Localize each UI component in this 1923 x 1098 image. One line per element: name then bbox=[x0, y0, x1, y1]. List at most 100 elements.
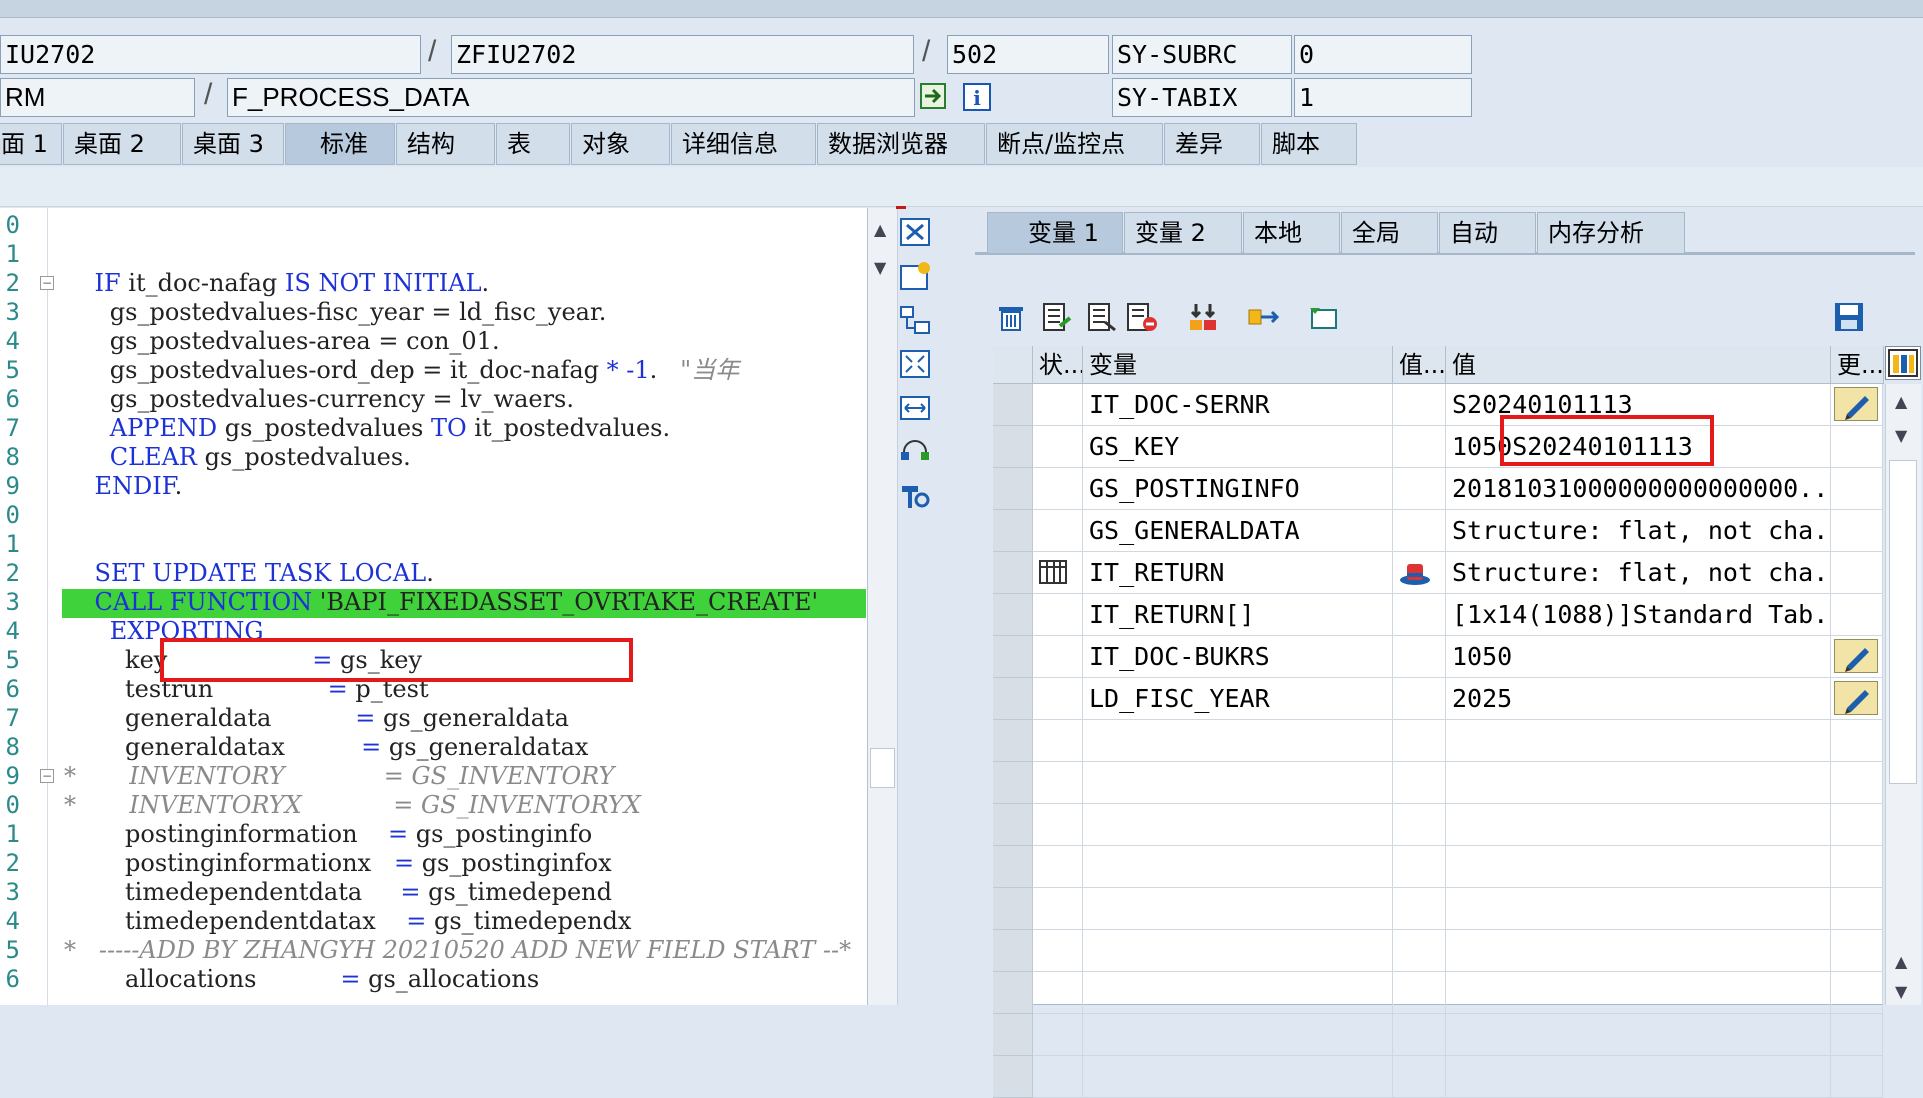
row-selector[interactable] bbox=[993, 594, 1033, 636]
variable-cell[interactable]: LD_FISC_YEAR bbox=[1083, 678, 1393, 720]
table-row[interactable] bbox=[993, 1014, 1883, 1056]
scroll-up-icon[interactable]: ▲ bbox=[874, 220, 886, 239]
table-row[interactable]: GS_POSTINGINFO 20181031000000000000000... bbox=[993, 468, 1883, 510]
row-selector[interactable] bbox=[993, 1056, 1033, 1098]
layout-icon[interactable] bbox=[898, 304, 934, 338]
expand-width-icon[interactable] bbox=[898, 392, 934, 426]
tab-standard[interactable]: 标准 bbox=[285, 123, 395, 165]
table-row[interactable] bbox=[993, 762, 1883, 804]
tab-details[interactable]: 详细信息 bbox=[671, 123, 816, 165]
tab-local[interactable]: 本地 bbox=[1243, 212, 1340, 254]
value-cell[interactable] bbox=[1446, 930, 1831, 972]
maximize-icon[interactable] bbox=[898, 348, 934, 382]
variable-cell[interactable]: GS_GENERALDATA bbox=[1083, 510, 1393, 552]
value-cell[interactable] bbox=[1446, 1056, 1831, 1098]
transfer-icon[interactable] bbox=[1245, 300, 1281, 334]
row-selector[interactable] bbox=[993, 930, 1033, 972]
value-cell[interactable]: 1050 bbox=[1446, 636, 1831, 678]
new-window-icon[interactable] bbox=[898, 260, 934, 294]
table-row[interactable]: LD_FISC_YEAR 2025 bbox=[993, 678, 1883, 720]
sysvar-name-field[interactable]: SY-SUBRC bbox=[1112, 35, 1292, 74]
row-selector[interactable] bbox=[993, 678, 1033, 720]
tab-structure[interactable]: 结构 bbox=[396, 123, 495, 165]
info-icon[interactable]: i bbox=[962, 82, 992, 112]
column-header-status[interactable]: 状... bbox=[1033, 346, 1083, 384]
detail-view-icon[interactable] bbox=[1083, 300, 1119, 334]
include-field[interactable]: ZFIU2702 bbox=[451, 35, 914, 74]
edit-pencil-icon[interactable] bbox=[1834, 639, 1878, 673]
code-scrollbar[interactable]: ▲ ▼ bbox=[868, 208, 898, 1005]
variable-cell[interactable] bbox=[1083, 888, 1393, 930]
scroll-thumb[interactable] bbox=[870, 748, 895, 788]
grid-scrollbar[interactable]: ▲ ▼ ▲ ▼ bbox=[1885, 384, 1921, 1005]
row-selector[interactable] bbox=[993, 804, 1033, 846]
scroll-down-icon[interactable]: ▼ bbox=[1895, 426, 1907, 445]
table-row[interactable]: GS_GENERALDATA Structure: flat, not cha..… bbox=[993, 510, 1883, 552]
variable-cell[interactable] bbox=[1083, 720, 1393, 762]
value-cell[interactable] bbox=[1446, 1014, 1831, 1056]
tab-data-browser[interactable]: 数据浏览器 bbox=[817, 123, 985, 165]
sysvar-value-field[interactable]: 1 bbox=[1294, 78, 1472, 117]
table-row[interactable] bbox=[993, 930, 1883, 972]
table-row[interactable]: IT_DOC-SERNR S20240101113 bbox=[993, 384, 1883, 426]
tab-diff[interactable]: 差异 bbox=[1164, 123, 1260, 165]
tab-auto[interactable]: 自动 bbox=[1439, 212, 1536, 254]
variable-cell[interactable] bbox=[1083, 972, 1393, 1014]
sysvar-value-field[interactable]: 0 bbox=[1294, 35, 1472, 74]
value-cell[interactable] bbox=[1446, 846, 1831, 888]
tab-object[interactable]: 对象 bbox=[571, 123, 670, 165]
scroll-up-icon[interactable]: ▲ bbox=[1895, 952, 1907, 971]
table-row[interactable] bbox=[993, 972, 1883, 1014]
table-row[interactable] bbox=[993, 720, 1883, 762]
value-cell[interactable] bbox=[1446, 720, 1831, 762]
column-header-value-short[interactable]: 值... bbox=[1393, 346, 1446, 384]
value-cell[interactable]: 2025 bbox=[1446, 678, 1831, 720]
delete-icon[interactable] bbox=[993, 300, 1029, 334]
fold-toggle-icon[interactable]: − bbox=[40, 276, 54, 290]
scroll-thumb[interactable] bbox=[1889, 460, 1917, 784]
tab-global[interactable]: 全局 bbox=[1341, 212, 1438, 254]
edit-pencil-icon[interactable] bbox=[1834, 387, 1878, 421]
value-cell[interactable]: Structure: flat, not cha... bbox=[1446, 510, 1831, 552]
column-header-variable[interactable]: 变量 bbox=[1083, 346, 1393, 384]
value-cell[interactable] bbox=[1446, 972, 1831, 1014]
row-selector[interactable] bbox=[993, 762, 1033, 804]
row-selector[interactable] bbox=[993, 972, 1033, 1014]
column-header-value[interactable]: 值 bbox=[1446, 346, 1831, 384]
scroll-down-icon[interactable]: ▼ bbox=[1895, 982, 1907, 1001]
variable-cell[interactable]: IT_RETURN[] bbox=[1083, 594, 1393, 636]
tab-variables-2[interactable]: 变量 2 bbox=[1124, 212, 1242, 254]
edit-pencil-icon[interactable] bbox=[1834, 681, 1878, 715]
line-field[interactable]: 502 bbox=[947, 35, 1109, 74]
column-header-change[interactable]: 更... bbox=[1831, 346, 1884, 384]
value-cell[interactable] bbox=[1446, 762, 1831, 804]
variable-cell[interactable]: IT_DOC-BUKRS bbox=[1083, 636, 1393, 678]
variable-cell[interactable]: GS_POSTINGINFO bbox=[1083, 468, 1393, 510]
table-row[interactable] bbox=[993, 846, 1883, 888]
row-selector[interactable] bbox=[993, 384, 1033, 426]
value-cell[interactable] bbox=[1446, 888, 1831, 930]
scroll-up-icon[interactable]: ▲ bbox=[1895, 392, 1907, 411]
tab-variables-1[interactable]: 变量 1 bbox=[987, 212, 1123, 254]
layout-select-icon[interactable] bbox=[1306, 300, 1342, 334]
table-row[interactable] bbox=[993, 888, 1883, 930]
tab-breakpoints[interactable]: 断点/监控点 bbox=[986, 123, 1163, 165]
row-selector[interactable] bbox=[993, 888, 1033, 930]
value-cell[interactable] bbox=[1446, 804, 1831, 846]
row-selector[interactable] bbox=[993, 636, 1033, 678]
swap-icon[interactable] bbox=[898, 436, 934, 470]
save-icon[interactable] bbox=[1832, 300, 1866, 334]
scroll-down-icon[interactable]: ▼ bbox=[874, 258, 886, 277]
sysvar-name-field[interactable]: SY-TABIX bbox=[1112, 78, 1292, 117]
value-cell[interactable]: Structure: flat, not cha... bbox=[1446, 552, 1831, 594]
table-row[interactable] bbox=[993, 804, 1883, 846]
program-field[interactable]: IU2702 bbox=[0, 35, 421, 74]
delete-all-icon[interactable] bbox=[1124, 300, 1160, 334]
variable-cell[interactable]: IT_RETURN bbox=[1083, 552, 1393, 594]
close-window-icon[interactable] bbox=[898, 216, 934, 250]
column-settings-icon[interactable] bbox=[1885, 346, 1921, 380]
variable-cell[interactable] bbox=[1083, 1014, 1393, 1056]
value-cell[interactable]: [1x14(1088)]Standard Tab... bbox=[1446, 594, 1831, 636]
tab-script[interactable]: 脚本 bbox=[1261, 123, 1357, 165]
event-type-field[interactable]: RM bbox=[0, 78, 195, 117]
